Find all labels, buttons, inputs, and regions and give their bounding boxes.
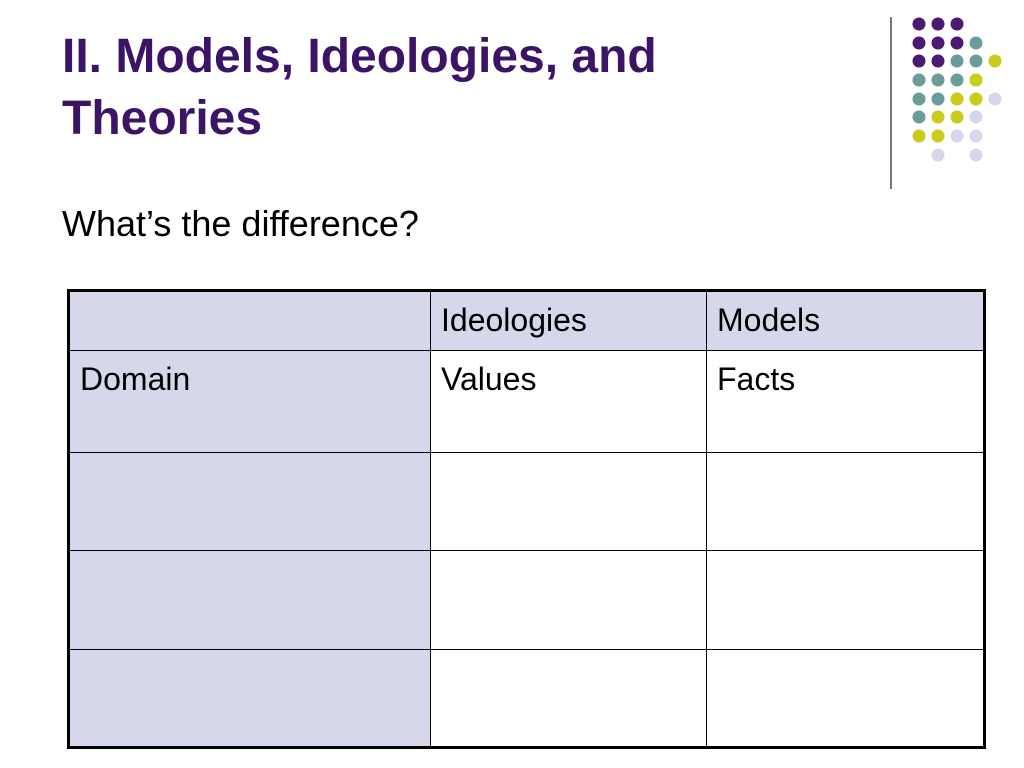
decor-dot <box>931 36 945 50</box>
decor-dot <box>912 17 926 31</box>
decor-dot <box>950 92 964 106</box>
decor-dot <box>950 129 964 143</box>
decor-dot <box>988 54 1002 68</box>
table-cell <box>706 452 985 551</box>
decor-dot <box>969 36 983 50</box>
comparison-table: Ideologies Models Domain Values Facts <box>67 289 986 749</box>
table-cell <box>430 550 707 650</box>
table-cell <box>706 649 985 748</box>
table-cell <box>706 550 985 650</box>
decor-dot <box>931 54 945 68</box>
decor-dot <box>912 73 926 87</box>
table-cell <box>430 452 707 551</box>
decor-dot <box>969 148 983 162</box>
header-cell-models: Models <box>706 290 985 351</box>
decor-dot <box>950 110 964 124</box>
table-cell <box>430 649 707 748</box>
header-cell-corner <box>68 290 431 351</box>
decor-dot <box>931 110 945 124</box>
slide-subtitle: What’s the difference? <box>62 203 419 244</box>
row-label-cell: Domain <box>68 350 431 453</box>
decor-dot <box>931 148 945 162</box>
decorative-dot-grid <box>912 17 1002 162</box>
decor-dot <box>950 73 964 87</box>
table-row: Domain Values Facts <box>68 350 985 453</box>
slide-title-line-2: Theories <box>62 92 263 145</box>
decor-dot <box>931 92 945 106</box>
row-label-cell <box>68 550 431 650</box>
decor-dot <box>969 73 983 87</box>
decor-dot <box>969 54 983 68</box>
slide-title: II. Models, Ideologies, and Theories <box>62 26 842 150</box>
decor-dot <box>912 110 926 124</box>
decor-dot <box>931 73 945 87</box>
decor-dot <box>931 17 945 31</box>
decor-dot <box>988 92 1002 106</box>
decor-dot <box>950 54 964 68</box>
decor-dot <box>912 36 926 50</box>
table-row <box>68 452 985 551</box>
decor-dot <box>950 36 964 50</box>
decor-dot <box>912 129 926 143</box>
decor-dot <box>969 129 983 143</box>
decor-dot <box>912 54 926 68</box>
table-cell: Values <box>430 350 707 453</box>
decor-dot <box>912 92 926 106</box>
decor-dot <box>931 129 945 143</box>
decor-dot <box>950 17 964 31</box>
table-cell: Facts <box>706 350 985 453</box>
row-label-cell <box>68 452 431 551</box>
decor-dot <box>969 110 983 124</box>
slide-title-line-1: II. Models, Ideologies, and <box>62 30 657 83</box>
vertical-divider <box>890 17 892 189</box>
decor-dot <box>969 92 983 106</box>
table-row <box>68 649 985 748</box>
row-label-cell <box>68 649 431 748</box>
table-row <box>68 550 985 650</box>
table-header-row: Ideologies Models <box>68 290 985 351</box>
header-cell-ideologies: Ideologies <box>430 290 707 351</box>
